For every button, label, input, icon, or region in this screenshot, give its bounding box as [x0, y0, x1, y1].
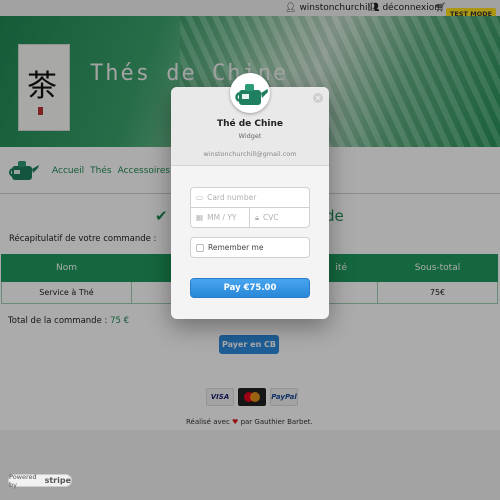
stripe-wordmark: stripe — [44, 476, 71, 485]
close-icon[interactable]: × — [313, 93, 323, 103]
merchant-name: Thé de Chine — [216, 119, 284, 129]
merchant-avatar — [230, 73, 270, 113]
calendar-icon: ▦ — [196, 213, 204, 222]
lock-icon: 🔒︎ — [255, 212, 259, 222]
customer-email[interactable]: winstonchurchill@gmail.com — [171, 150, 329, 158]
card-number-placeholder: Card number — [207, 193, 257, 202]
cvc-placeholder: CVC — [263, 213, 279, 222]
expiry-field[interactable]: ▦ MM / YY — [190, 207, 250, 228]
cvc-field[interactable]: 🔒︎ CVC — [249, 207, 310, 228]
checkout-subtitle: Widget — [238, 132, 262, 140]
expiry-placeholder: MM / YY — [207, 213, 237, 222]
card-number-field[interactable]: ▭ Card number — [190, 187, 310, 208]
checkbox-icon — [196, 243, 204, 252]
stripe-checkout-modal: × Thé de Chine Widget winstonchurchill@g… — [171, 73, 329, 319]
card-icon: ▭ — [196, 193, 204, 202]
remember-me-checkbox[interactable]: Remember me — [190, 237, 310, 258]
powered-prefix: Powered by — [9, 472, 37, 489]
pay-button[interactable]: Pay €75.00 — [190, 278, 310, 298]
powered-by-stripe-badge[interactable]: Powered by stripe — [8, 472, 72, 489]
remember-me-label: Remember me — [208, 243, 264, 252]
